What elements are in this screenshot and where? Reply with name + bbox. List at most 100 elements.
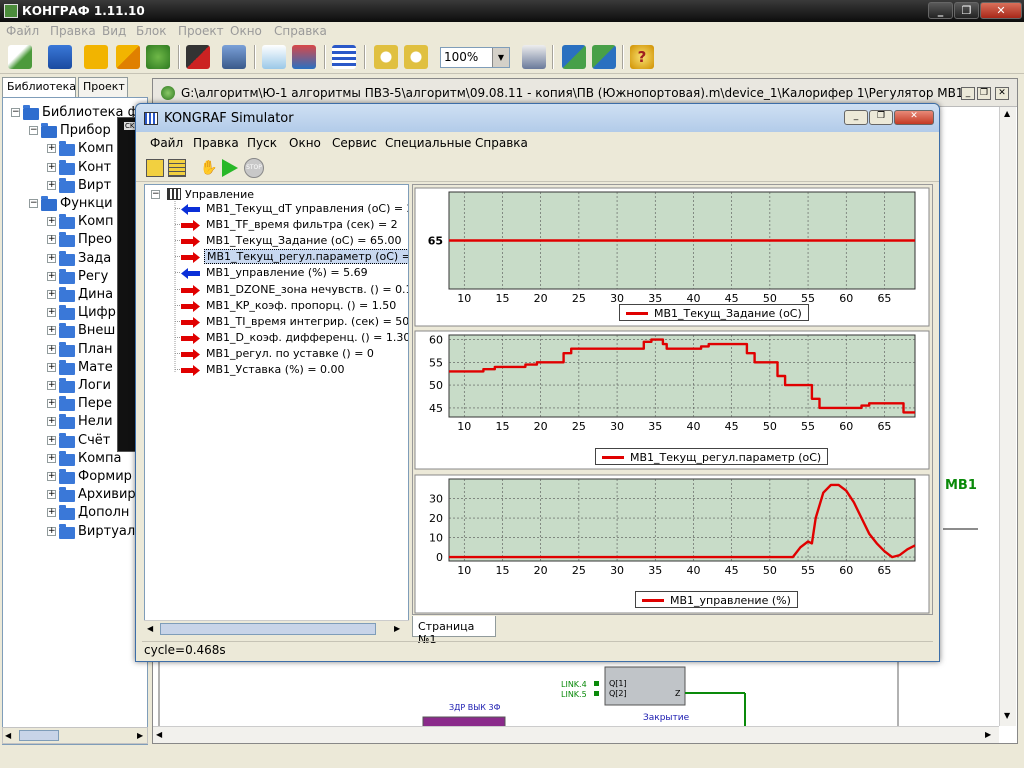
expand-icon[interactable]: + [47,217,56,227]
import-icon[interactable] [592,45,616,69]
menu-file[interactable]: Файл [6,24,39,38]
close-icon[interactable]: ✕ [995,87,1009,100]
tree-row-variable[interactable]: МВ1_Текущ_dT управления (оС) = 20.15 [145,201,408,217]
tree-row-variable[interactable]: МВ1_D_коэф. дифференц. () = 1.30 [145,330,408,346]
print-icon[interactable] [522,45,546,69]
scroll-left-icon[interactable]: ◀ [5,731,11,740]
expand-icon[interactable]: + [47,508,56,518]
expand-icon[interactable]: + [47,472,56,481]
menu-project[interactable]: Проект [178,24,224,38]
library-tree-item[interactable]: + Архивир [3,486,147,504]
scroll-thumb[interactable] [160,623,376,635]
check-icon[interactable] [262,45,286,69]
expand-icon[interactable]: + [47,490,56,500]
tree-row-variable[interactable]: МВ1_TF_время фильтра (сек) = 2 [145,217,408,233]
tab-page-1[interactable]: Страница №1 [412,616,496,646]
save-icon[interactable] [84,45,108,69]
library-tree-item[interactable]: + Виртуал [3,523,147,541]
expand-icon[interactable]: + [47,271,56,281]
expand-icon[interactable]: + [47,162,56,172]
scroll-up-icon[interactable]: ▲ [1004,109,1010,118]
device-icon[interactable] [222,45,246,69]
menu-window[interactable]: Окно [230,24,262,38]
zoom-in-icon[interactable] [374,45,398,69]
sim-menu-help[interactable]: Справка [475,136,528,150]
expand-icon[interactable]: + [47,362,56,372]
table-view-icon[interactable] [168,159,186,177]
scroll-right-icon[interactable]: ▶ [394,624,400,633]
close-icon[interactable]: ✕ [894,110,934,125]
open-icon[interactable] [48,45,72,69]
compile-icon[interactable] [186,45,210,69]
tree-row-variable[interactable]: МВ1_TI_время интегрир. (сек) = 50.00 [145,314,408,330]
chart-view-icon[interactable] [146,159,164,177]
sim-menu-file[interactable]: Файл [150,136,183,150]
library-tree-item[interactable]: + Компа [3,450,147,468]
restore-icon[interactable]: ❐ [977,87,991,100]
menu-block[interactable]: Блок [136,24,167,38]
collapse-icon[interactable]: − [29,199,38,208]
expand-icon[interactable]: + [47,435,56,445]
expand-icon[interactable]: + [47,526,56,536]
expand-icon[interactable]: + [47,144,56,154]
refresh-icon[interactable] [146,45,170,69]
expand-icon[interactable]: + [47,453,56,463]
export-icon[interactable] [562,45,586,69]
sim-menu-window[interactable]: Окно [289,136,321,150]
minimize-icon[interactable]: _ [928,2,953,19]
expand-icon[interactable]: + [47,399,56,409]
expand-icon[interactable]: + [47,326,56,336]
expand-icon[interactable]: + [47,290,56,299]
stop-icon[interactable]: STOP [244,158,264,178]
scroll-left-icon[interactable]: ◀ [147,624,153,633]
tree-row-variable[interactable]: МВ1_Уставка (%) = 0.00 [145,362,408,378]
tree-row-variable[interactable]: МВ1_управление (%) = 5.69 [145,265,408,281]
new-icon[interactable] [8,45,32,69]
menu-edit[interactable]: Правка [50,24,96,38]
scroll-right-icon[interactable]: ▶ [985,730,991,739]
close-icon[interactable]: ✕ [980,2,1022,19]
menu-help[interactable]: Справка [274,24,327,38]
hand-icon[interactable]: ✋ [200,159,218,177]
scroll-left-icon[interactable]: ◀ [156,730,162,739]
sim-menu-run[interactable]: Пуск [247,136,277,150]
maximize-icon[interactable]: ❐ [869,110,893,125]
tree-row-variable[interactable]: МВ1_регул. по уставке () = 0 [145,346,408,362]
expand-icon[interactable]: + [47,344,56,354]
library-tree-item[interactable]: + Формир [3,468,147,486]
document-vscroll[interactable]: ▲ ▼ [999,107,1016,726]
library-tree-item[interactable]: + Дополн [3,504,147,522]
expand-icon[interactable]: + [47,381,56,390]
tree-row-variable[interactable]: МВ1_Текущ_Задание (оС) = 65.00 [145,233,408,249]
save-all-icon[interactable] [116,45,140,69]
monitor-icon[interactable] [292,45,316,69]
menu-view[interactable]: Вид [102,24,126,38]
left-panel-scrollbar[interactable]: ◀ ▶ [2,727,148,744]
collapse-icon[interactable]: − [29,126,38,136]
scroll-right-icon[interactable]: ▶ [137,731,143,740]
expand-icon[interactable]: + [47,253,56,263]
scroll-thumb[interactable] [19,730,59,741]
expand-icon[interactable]: + [47,235,56,245]
document-hscroll[interactable]: ◀ ▶ [153,726,999,743]
expand-icon[interactable]: + [47,308,56,318]
zoom-out-icon[interactable] [404,45,428,69]
scroll-down-icon[interactable]: ▼ [1004,711,1010,720]
help-icon[interactable]: ? [630,45,654,69]
collapse-icon[interactable]: − [11,108,20,117]
chevron-down-icon[interactable]: ▼ [492,48,509,67]
sim-menu-edit[interactable]: Правка [193,136,239,150]
grid-icon[interactable] [332,45,356,69]
expand-icon[interactable]: + [47,417,56,427]
zoom-select[interactable]: 100% ▼ [440,47,510,68]
tab-project[interactable]: Проект [78,77,128,97]
tree-row-variable[interactable]: МВ1_DZONE_зона нечувств. () = 0.10 [145,282,408,298]
tab-library[interactable]: Библиотека [2,77,76,97]
play-icon[interactable] [222,159,238,177]
sim-menu-service[interactable]: Сервис [332,136,377,150]
sim-menu-special[interactable]: Специальные [385,136,471,150]
tree-row-variable[interactable]: МВ1_KP_коэф. пропорц. () = 1.50 [145,298,408,314]
expand-icon[interactable]: + [47,180,56,190]
tree-scrollbar[interactable]: ◀ ▶ [144,620,409,637]
minimize-icon[interactable]: _ [961,87,975,100]
